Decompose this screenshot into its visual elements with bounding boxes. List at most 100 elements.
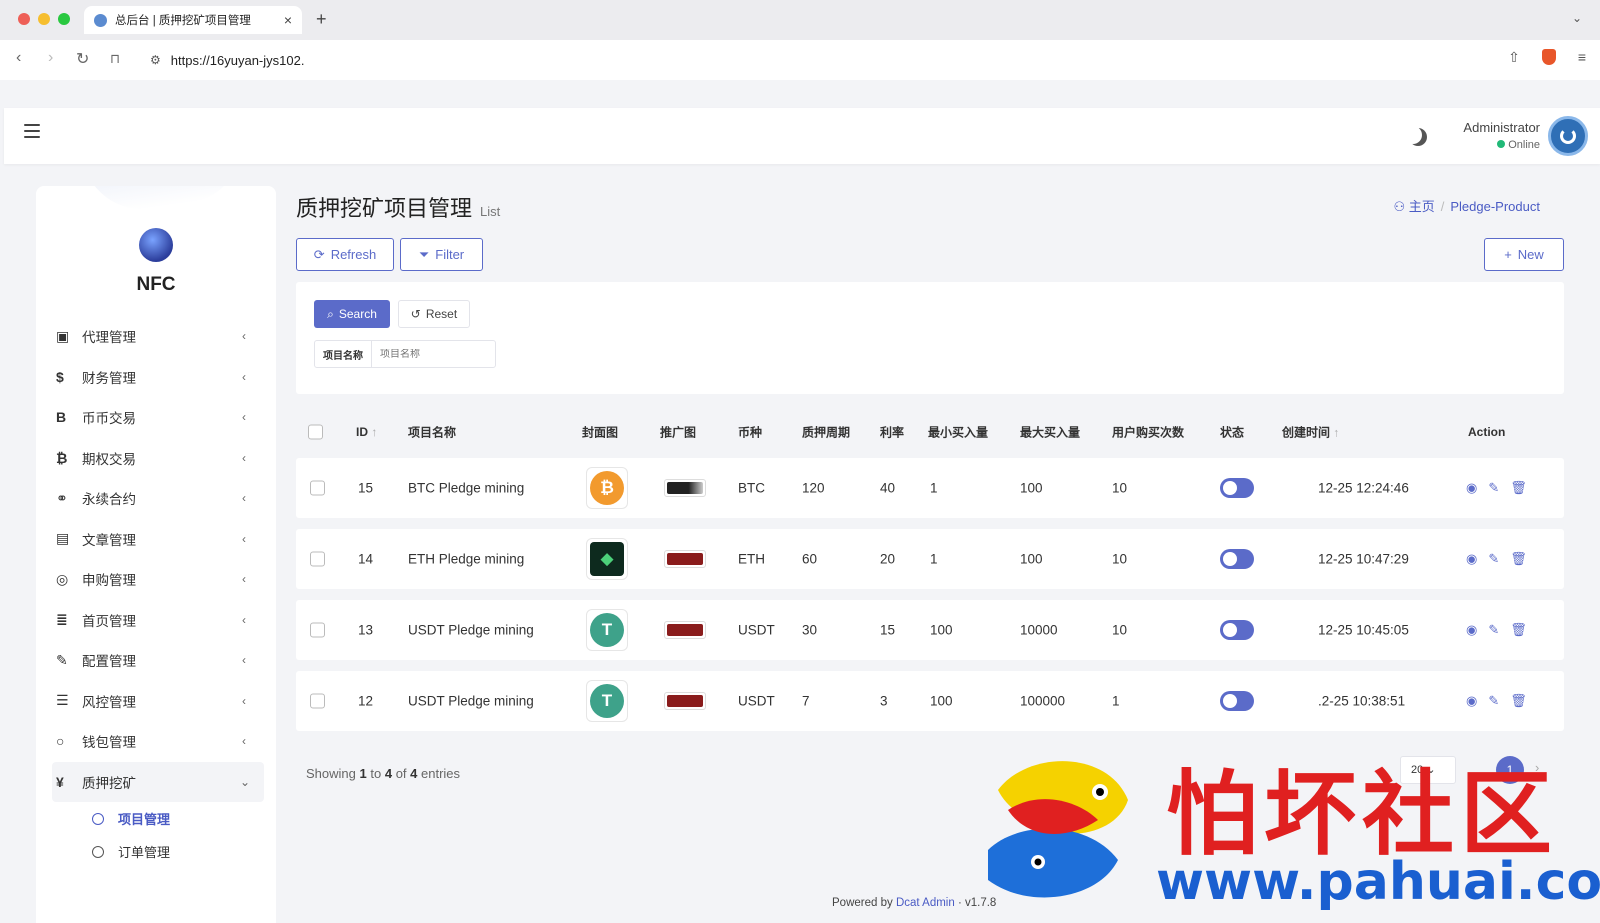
column-status: 状态: [1220, 425, 1245, 440]
favicon-icon: [94, 13, 107, 27]
id-card-icon: ▣: [56, 327, 70, 344]
sidebar-item-config[interactable]: ✎ 配置管理 ‹: [56, 640, 260, 681]
edit-icon[interactable]: ✎: [1488, 480, 1499, 496]
table-row: 12 USDT Pledge mining T USDT 7 3 100 100…: [296, 671, 1564, 731]
row-checkbox[interactable]: [310, 622, 325, 638]
edit-icon[interactable]: ✎: [1488, 551, 1499, 567]
trash-icon[interactable]: 🗑: [1510, 551, 1527, 567]
sidebar-item-risk[interactable]: ☰ 风控管理 ‹: [56, 681, 260, 722]
breadcrumb-current[interactable]: Pledge-Product: [1450, 199, 1540, 214]
sidebar-item-spot[interactable]: B 币币交易 ‹: [56, 397, 260, 438]
promo-image[interactable]: [664, 479, 706, 497]
cover-image[interactable]: ₿: [586, 467, 628, 509]
name-filter-label: 项目名称: [315, 341, 372, 367]
brave-shield-icon[interactable]: [1541, 49, 1556, 65]
pagination-summary: Showing 1 to 4 of 4 entries: [306, 766, 461, 781]
chevron-down-icon[interactable]: ⌄: [1572, 11, 1582, 25]
cover-image[interactable]: T: [586, 680, 628, 722]
row-max-buy: 100: [1020, 551, 1043, 567]
sidebar-toggle-icon[interactable]: [24, 124, 40, 138]
row-checkbox[interactable]: [310, 480, 325, 496]
window-controls[interactable]: [18, 13, 70, 25]
status-toggle[interactable]: [1220, 549, 1254, 569]
row-period: 60: [802, 551, 818, 567]
refresh-icon: ⟳: [313, 246, 325, 262]
column-id[interactable]: ID ↑: [356, 425, 377, 439]
row-min-buy: 1: [930, 551, 938, 567]
minimize-window-button[interactable]: [38, 13, 50, 25]
sidebar-item-wallet[interactable]: ○ 钱包管理 ‹: [56, 721, 260, 762]
row-min-buy: 100: [930, 622, 953, 638]
search-button[interactable]: ⌕ Search: [314, 300, 390, 328]
dcat-admin-link[interactable]: Dcat Admin: [896, 897, 955, 909]
ethereum-icon: ◆: [590, 542, 624, 576]
column-created[interactable]: 创建时间 ↑: [1282, 424, 1339, 441]
eye-icon[interactable]: ◉: [1466, 622, 1477, 638]
refresh-button[interactable]: ⟳ Refresh: [296, 238, 394, 271]
menu-icon[interactable]: ≡: [1578, 49, 1586, 66]
watermark: 怕坏社区 www.pahuai.com: [968, 744, 1600, 914]
share-icon[interactable]: ⇧: [1508, 49, 1520, 66]
eye-icon[interactable]: ◉: [1466, 693, 1477, 709]
sidebar-subitem-projects[interactable]: 项目管理: [56, 802, 260, 835]
eye-icon[interactable]: ◉: [1466, 480, 1477, 496]
sidebar-item-home[interactable]: ≣ 首页管理 ‹: [56, 600, 260, 641]
row-max-buy: 100: [1020, 480, 1043, 496]
new-button[interactable]: + New: [1484, 238, 1564, 271]
select-all-checkbox[interactable]: [308, 424, 323, 440]
status-toggle[interactable]: [1220, 691, 1254, 711]
status-toggle[interactable]: [1220, 478, 1254, 498]
chevron-left-icon: ‹: [242, 450, 246, 465]
close-window-button[interactable]: [18, 13, 30, 25]
row-created: 12-25 12:24:46: [1318, 480, 1409, 496]
sidebar-item-subscription[interactable]: ◎ 申购管理 ‹: [56, 559, 260, 600]
row-user-buys: 1: [1112, 693, 1120, 709]
maximize-window-button[interactable]: [58, 13, 70, 25]
edit-icon[interactable]: ✎: [1488, 622, 1499, 638]
cover-image[interactable]: T: [586, 609, 628, 651]
forward-icon[interactable]: ›: [48, 49, 53, 67]
eye-icon[interactable]: ◉: [1466, 551, 1477, 567]
avatar[interactable]: [1548, 116, 1588, 156]
breadcrumb-home[interactable]: ⚇ 主页: [1393, 199, 1434, 214]
reload-icon[interactable]: ↻: [76, 49, 89, 69]
filter-button[interactable]: ⏷ Filter: [400, 238, 483, 271]
table-row: 13 USDT Pledge mining T USDT 30 15 100 1…: [296, 600, 1564, 660]
column-currency: 币种: [738, 425, 763, 440]
sidebar-item-perpetual[interactable]: ⚭ 永续合约 ‹: [56, 478, 260, 519]
browser-tab[interactable]: 总后台 | 质押挖矿项目管理 ×: [84, 6, 302, 34]
reset-button[interactable]: ↺ Reset: [398, 300, 470, 328]
column-max-buy: 最大买入量: [1020, 425, 1081, 440]
name-filter-input[interactable]: [372, 348, 482, 360]
sidebar-subitem-orders[interactable]: 订单管理: [56, 835, 260, 868]
status-toggle[interactable]: [1220, 620, 1254, 640]
row-name: USDT Pledge mining: [408, 622, 534, 638]
address-bar[interactable]: ⚙ https://16yuyan-jys102.: [142, 46, 1442, 74]
edit-icon[interactable]: ✎: [1488, 693, 1499, 709]
promo-image[interactable]: [664, 550, 706, 568]
bookmark-icon[interactable]: ⊓: [110, 51, 120, 67]
trash-icon[interactable]: 🗑: [1510, 480, 1527, 496]
trash-icon[interactable]: 🗑: [1510, 693, 1527, 709]
sidebar-item-agent[interactable]: ▣ 代理管理 ‹: [56, 316, 260, 357]
user-name: Administrator: [1463, 120, 1540, 135]
dollar-icon: $: [56, 368, 64, 385]
sidebar-item-finance[interactable]: $ 财务管理 ‹: [56, 357, 260, 398]
row-checkbox[interactable]: [310, 551, 325, 567]
row-checkbox[interactable]: [310, 693, 325, 709]
sidebar-item-pledge[interactable]: ¥ 质押挖矿 ⌄: [52, 761, 264, 802]
back-icon[interactable]: ‹: [16, 49, 21, 67]
lifebuoy-icon: ◎: [56, 570, 69, 587]
row-period: 7: [802, 693, 810, 709]
sidebar-item-options[interactable]: ₿ 期权交易 ‹: [56, 438, 260, 479]
promo-image[interactable]: [664, 621, 706, 639]
new-tab-button[interactable]: +: [316, 9, 327, 30]
sidebar-item-articles[interactable]: ▤ 文章管理 ‹: [56, 519, 260, 560]
user-info[interactable]: Administrator Online: [1408, 120, 1540, 151]
tab-close-button[interactable]: ×: [284, 12, 292, 28]
promo-image[interactable]: [664, 692, 706, 710]
site-settings-icon[interactable]: ⚙: [150, 53, 161, 67]
table-row: 14 ETH Pledge mining ◆ ETH 60 20 1 100 1…: [296, 529, 1564, 589]
cover-image[interactable]: ◆: [586, 538, 628, 580]
trash-icon[interactable]: 🗑: [1510, 622, 1527, 638]
